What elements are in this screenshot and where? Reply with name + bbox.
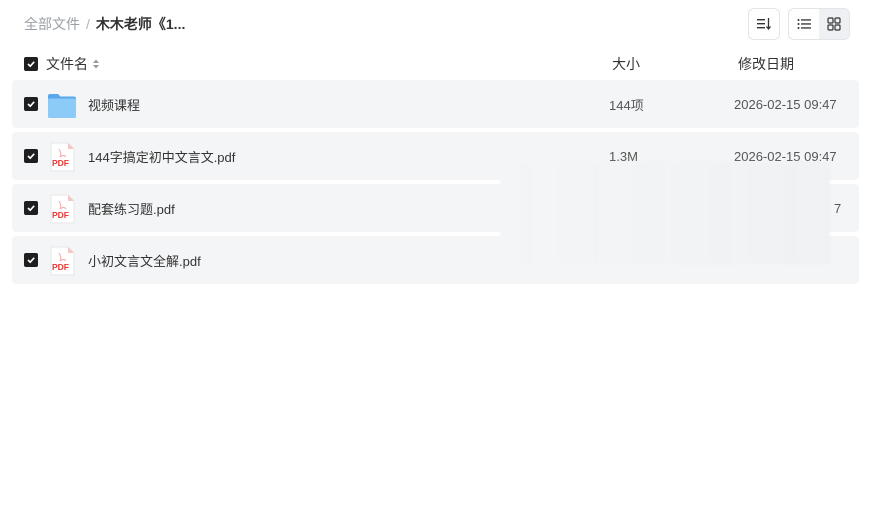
file-name: 视频课程 [88,97,141,113]
breadcrumb: 全部文件 / 木木老师《1... [24,14,185,34]
svg-text:PDF: PDF [52,158,69,168]
file-date: 7 [834,200,842,216]
svg-text:PDF: PDF [52,262,69,272]
column-header-name[interactable]: 文件名 [46,54,100,74]
loading-overlay [500,162,830,264]
grid-view-icon [827,17,841,31]
row-checkbox[interactable] [24,149,38,163]
check-icon [27,153,35,160]
table-header: 文件名 大小 修改日期 [24,54,850,74]
row-checkbox[interactable] [24,97,38,111]
row-checkbox[interactable] [24,201,38,215]
folder-icon [48,94,76,118]
check-icon [27,257,35,264]
view-toggle [788,8,850,40]
file-size: 144项 [609,97,644,113]
select-all-checkbox[interactable] [24,57,38,71]
list-view-button[interactable] [789,9,819,39]
check-icon [27,205,35,212]
file-name: 小初文言文全解.pdf [88,253,201,269]
toolbar [748,8,850,40]
row-checkbox[interactable] [24,253,38,267]
list-view-icon [797,19,811,29]
breadcrumb-current: 木木老师《1... [95,16,186,32]
pdf-file-icon: PDF [50,142,75,172]
file-name: 144字搞定初中文言文.pdf [88,149,236,165]
file-row[interactable]: 视频课程 144项 2026-02-15 09:47 [12,80,859,128]
column-header-date[interactable]: 修改日期 [738,54,794,74]
column-header-size[interactable]: 大小 [612,54,640,74]
breadcrumb-separator: / [86,16,90,32]
file-date: 2026-02-15 09:47 [734,96,837,112]
file-name: 配套练习题.pdf [88,201,175,217]
breadcrumb-root-link[interactable]: 全部文件 [24,14,80,34]
pdf-file-icon: PDF [50,246,75,276]
sort-lines-icon [757,18,772,31]
check-icon [27,61,35,68]
column-header-name-label: 文件名 [46,56,88,72]
svg-text:PDF: PDF [52,210,69,220]
check-icon [27,101,35,108]
sort-toggle-icon [92,58,100,70]
pdf-file-icon: PDF [50,194,75,224]
grid-view-button[interactable] [819,9,849,39]
sort-button[interactable] [748,8,780,40]
